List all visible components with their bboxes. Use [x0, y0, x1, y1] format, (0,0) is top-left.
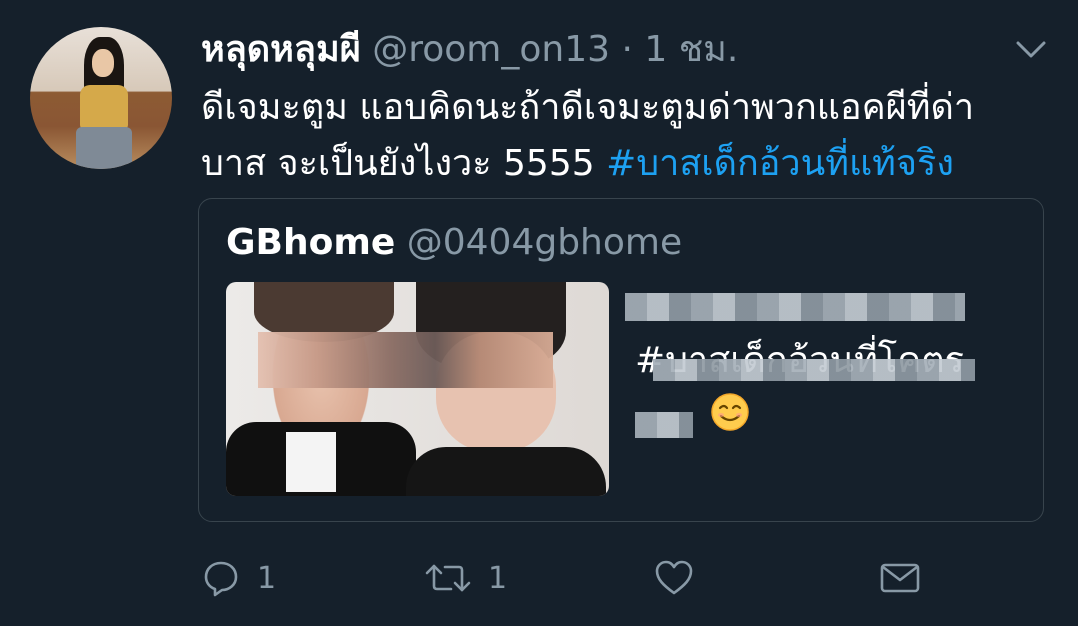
avatar-face: [92, 49, 114, 77]
avatar-shirt: [80, 85, 128, 129]
retweet-icon: [425, 564, 471, 592]
hashtag-link[interactable]: #บาสเด็กอ้วนที่แท้จริง: [606, 143, 954, 184]
reply-icon: [204, 561, 238, 597]
avatar[interactable]: [30, 27, 172, 169]
chevron-down-icon[interactable]: [1014, 34, 1048, 64]
text-censor-block: [635, 412, 693, 438]
quoted-tweet-header: GBhome @0404gbhome: [226, 221, 682, 265]
photo-shirt-collar: [286, 432, 336, 492]
timestamp[interactable]: 1 ชม.: [644, 29, 738, 70]
retweet-count: 1: [488, 560, 508, 596]
user-handle[interactable]: @room_on13: [372, 29, 610, 70]
tweet-actions: 1 1: [0, 554, 1078, 602]
quoted-tweet-card[interactable]: GBhome @0404gbhome #บาสเด็กอ้วนที่โคตร: [198, 198, 1044, 522]
tweet-text: ดีเจมะตูม แอบคิดนะถ้าดีเจมะตูมด่าพวกแอคผ…: [201, 80, 1041, 192]
text-censor-block: [625, 293, 965, 321]
photo-shirt-right: [406, 447, 606, 496]
reply-count: 1: [257, 560, 277, 596]
tweet-text-line-1: ดีเจมะตูม แอบคิดนะถ้าดีเจมะตูมด่าพวกแอคผ…: [201, 87, 975, 128]
tweet-text-line-2: บาส จะเป็นยังไงวะ 5555: [201, 143, 607, 184]
quoted-text-line-2: #บาสเด็กอ้วนที่โคตร: [635, 335, 1015, 387]
quoted-tweet-text: #บาสเด็กอ้วนที่โคตร: [625, 283, 1015, 439]
quoted-user-name: GBhome: [226, 222, 396, 263]
face-blur-censor: [258, 332, 553, 388]
user-name[interactable]: หลุดหลุมผี: [201, 29, 361, 70]
smiling-face-emoji: [710, 392, 750, 432]
share-button[interactable]: [878, 554, 922, 602]
reply-button[interactable]: 1: [201, 554, 276, 602]
tweet[interactable]: หลุดหลุมผี @room_on13 · 1 ชม. ดีเจมะตูม …: [0, 0, 1078, 626]
quoted-user-handle: @0404gbhome: [406, 222, 683, 263]
avatar-legs: [76, 127, 132, 169]
tweet-header: หลุดหลุมผี @room_on13 · 1 ชม.: [201, 28, 738, 72]
separator: ·: [621, 29, 633, 70]
quoted-text-line-1: [625, 283, 1015, 335]
quoted-tweet-photo[interactable]: [226, 282, 609, 496]
retweet-button[interactable]: 1: [424, 554, 507, 602]
like-button[interactable]: [653, 554, 695, 602]
heart-icon: [655, 560, 693, 595]
quoted-text-line-3: [635, 387, 1015, 439]
mail-icon: [880, 563, 920, 593]
text-censor-block: [653, 359, 975, 381]
